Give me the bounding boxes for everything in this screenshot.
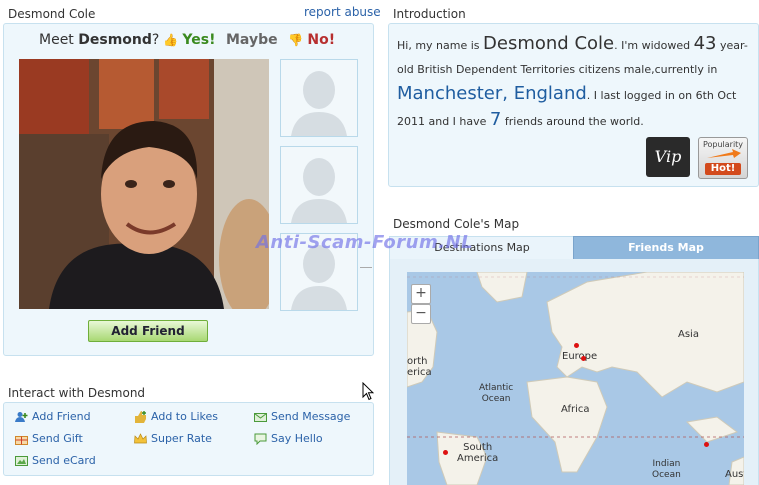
- map-marker[interactable]: [574, 343, 579, 348]
- map-label-asia: Asia: [678, 329, 699, 340]
- map-marker[interactable]: [704, 442, 709, 447]
- speech-icon: [254, 433, 267, 445]
- vote-no-button[interactable]: 👎 No!: [288, 32, 335, 48]
- map-label-north-america: orth erica: [407, 356, 432, 378]
- zoom-in-button[interactable]: +: [411, 284, 431, 304]
- map-label-australia: Aust: [725, 469, 744, 480]
- map-label-atlantic: Atlantic Ocean: [479, 383, 514, 404]
- interact-heading: Interact with Desmond: [8, 386, 146, 400]
- interact-send-ecard-link[interactable]: Send eCard: [15, 454, 96, 467]
- interact-add-friend-link[interactable]: Add Friend: [15, 410, 91, 423]
- map-label-indian-ocean: Indian Ocean: [652, 459, 681, 480]
- map-marker[interactable]: [581, 356, 586, 361]
- popularity-arrow-icon: [707, 149, 741, 158]
- interact-panel: Add Friend Add to Likes Send Message Sen…: [3, 402, 374, 476]
- meet-label: Meet Desmond?: [39, 32, 160, 48]
- divider-tick: [360, 267, 372, 268]
- vip-badge[interactable]: Vip: [646, 137, 690, 177]
- avatar-placeholder-icon: [291, 71, 347, 136]
- profile-photo[interactable]: [19, 59, 269, 309]
- interact-super-rate-link[interactable]: Super Rate: [134, 432, 212, 445]
- profile-panel: Meet Desmond? 👍 Yes! Maybe 👎 No! Add Fri…: [3, 23, 374, 356]
- map-heading: Desmond Cole's Map: [393, 217, 520, 231]
- thumbs-up-icon: 👍: [163, 33, 178, 47]
- popularity-hot-badge[interactable]: Popularity Hot!: [698, 137, 748, 179]
- map-marker[interactable]: [443, 450, 448, 455]
- add-friend-icon: [15, 411, 28, 422]
- introduction-text: Hi, my name is Desmond Cole. I'm widowed…: [397, 33, 748, 130]
- world-map[interactable]: + − Asia Europe orth erica Atlantic Ocea…: [407, 272, 744, 485]
- map-label-europe: Europe: [562, 351, 598, 362]
- interact-send-message-link[interactable]: Send Message: [254, 410, 350, 423]
- intro-age: 43: [693, 33, 717, 54]
- introduction-panel: Hi, my name is Desmond Cole. I'm widowed…: [388, 23, 759, 187]
- like-icon: [135, 410, 146, 423]
- crown-icon: [134, 432, 147, 443]
- map-label-africa: Africa: [561, 404, 590, 415]
- add-friend-button[interactable]: Add Friend: [88, 320, 208, 342]
- ecard-icon: [15, 455, 28, 466]
- profile-photo-image: [19, 59, 269, 309]
- interact-add-to-likes-link[interactable]: Add to Likes: [134, 410, 218, 423]
- intro-name: Desmond Cole: [483, 33, 615, 54]
- photo-thumbnail-1[interactable]: [280, 59, 358, 137]
- zoom-out-button[interactable]: −: [411, 304, 431, 324]
- thumbs-down-icon: 👎: [288, 33, 303, 47]
- envelope-icon: [254, 412, 267, 422]
- photo-thumbnail-2[interactable]: [280, 146, 358, 224]
- map-label-south-america: South America: [457, 442, 499, 464]
- tab-friends-map[interactable]: Friends Map: [573, 236, 759, 260]
- gift-icon: [15, 435, 28, 445]
- map-container: + − Asia Europe orth erica Atlantic Ocea…: [389, 259, 759, 485]
- intro-city: Manchester, England: [397, 83, 587, 104]
- interact-say-hello-link[interactable]: Say Hello: [254, 432, 323, 445]
- interact-send-gift-link[interactable]: Send Gift: [15, 432, 83, 445]
- avatar-placeholder-icon: [291, 158, 347, 223]
- vote-yes-button[interactable]: 👍 Yes!: [163, 32, 215, 48]
- vote-maybe-button[interactable]: Maybe: [226, 32, 278, 48]
- profile-name-heading: Desmond Cole: [8, 7, 96, 21]
- watermark-text: Anti-Scam-Forum.NL: [256, 232, 474, 253]
- introduction-heading: Introduction: [393, 7, 466, 21]
- mouse-cursor-icon: [362, 382, 374, 401]
- intro-friends-count: 7: [489, 109, 502, 130]
- report-abuse-link[interactable]: report abuse: [304, 5, 381, 19]
